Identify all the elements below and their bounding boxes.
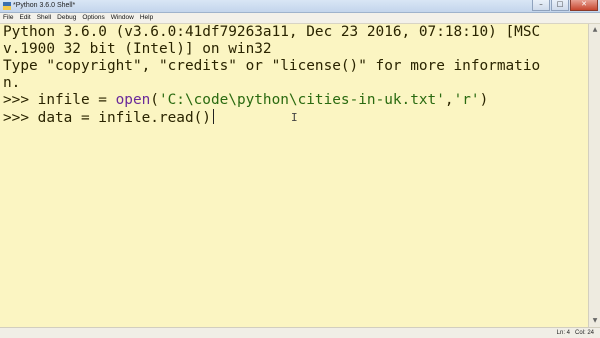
code-input: data = infile.read() — [37, 110, 211, 126]
status-bar: Ln: 4 Col: 24 — [0, 327, 600, 338]
menu-debug[interactable]: Debug — [54, 13, 79, 23]
code-assignment: infile = — [37, 92, 116, 108]
close-button[interactable]: ✕ — [570, 0, 598, 11]
python-idle-icon — [3, 2, 11, 10]
vertical-scrollbar[interactable]: ▲ ▼ — [588, 24, 600, 327]
shell-prompt: >>> — [3, 92, 38, 108]
code-string: 'r' — [453, 92, 480, 108]
banner-line: n. — [3, 75, 21, 91]
window-controls: – □ ✕ — [531, 0, 598, 11]
text-caret — [212, 109, 214, 124]
menu-options[interactable]: Options — [79, 13, 107, 23]
shell-text-area[interactable]: Python 3.6.0 (v3.6.0:41df79263a11, Dec 2… — [0, 24, 588, 327]
scroll-up-arrow-icon[interactable]: ▲ — [590, 25, 600, 35]
menu-shell[interactable]: Shell — [34, 13, 54, 23]
code-builtin: open — [115, 92, 151, 108]
menu-window[interactable]: Window — [108, 13, 137, 23]
banner-line: Type "copyright", "credits" or "license(… — [3, 58, 541, 74]
title-bar[interactable]: *Python 3.6.0 Shell* – □ ✕ — [0, 0, 600, 13]
shell-prompt: >>> — [3, 110, 38, 126]
banner-line: v.1900 32 bit (Intel)] on win32 — [3, 41, 272, 57]
code-string: 'C:\code\python\cities-in-uk.txt' — [158, 92, 445, 108]
menu-file[interactable]: File — [0, 13, 16, 23]
code-comma: , — [444, 92, 454, 108]
menu-bar: File Edit Shell Debug Options Window Hel… — [0, 13, 600, 24]
code-paren: ) — [479, 92, 489, 108]
scroll-down-arrow-icon[interactable]: ▼ — [590, 316, 600, 326]
maximize-button[interactable]: □ — [551, 0, 569, 11]
banner-line: Python 3.6.0 (v3.6.0:41df79263a11, Dec 2… — [3, 24, 541, 40]
menu-help[interactable]: Help — [137, 13, 156, 23]
text-ibeam-cursor-icon: I — [291, 111, 298, 124]
command-line-read[interactable]: >>> data = infile.read() — [3, 109, 214, 127]
idle-shell-window: *Python 3.6.0 Shell* – □ ✕ File Edit She… — [0, 0, 600, 338]
window-title: *Python 3.6.0 Shell* — [13, 2, 76, 9]
menu-edit[interactable]: Edit — [16, 13, 33, 23]
code-paren: ( — [150, 92, 159, 108]
minimize-button[interactable]: – — [532, 0, 550, 11]
command-line-open: >>> infile = open('C:\code\python\cities… — [3, 92, 488, 109]
